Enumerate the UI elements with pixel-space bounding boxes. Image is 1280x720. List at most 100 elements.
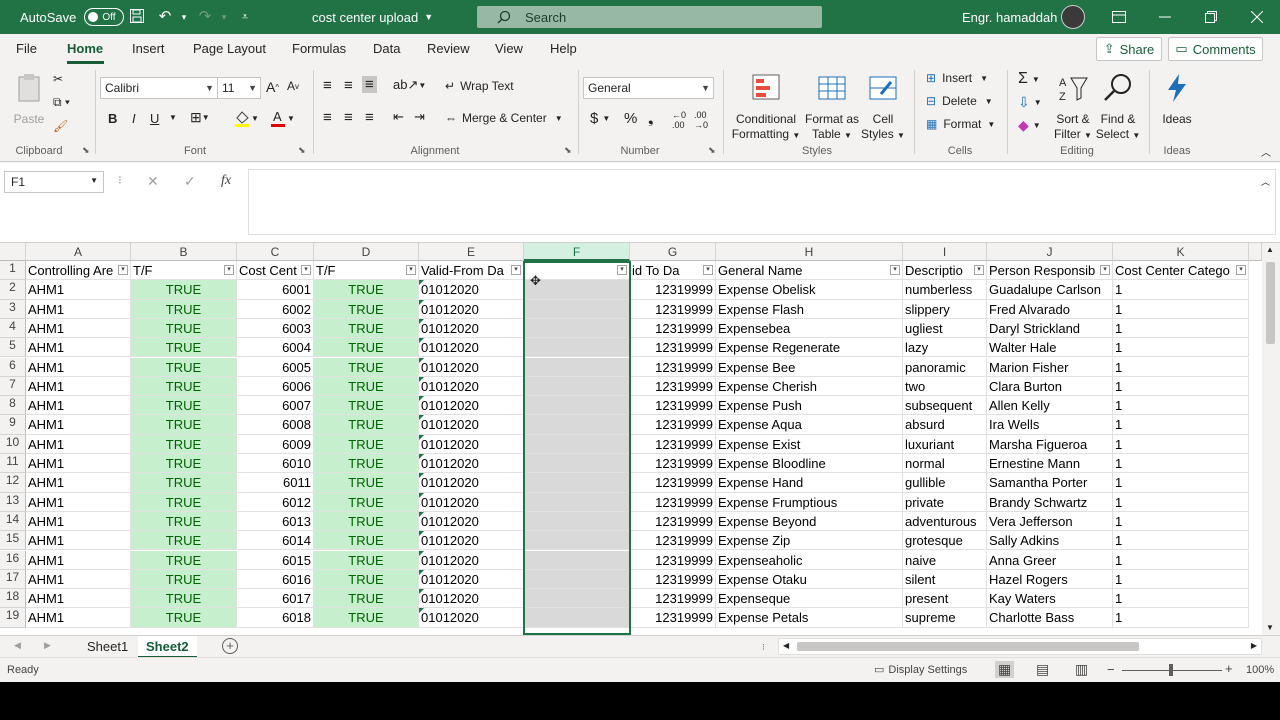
header-cell[interactable]: General Name ▾ (716, 261, 903, 281)
autosave-toggle[interactable]: AutoSave Off (20, 0, 125, 34)
table-cell[interactable]: AHM1 (26, 492, 131, 512)
table-cell[interactable]: 1 (1113, 569, 1249, 590)
increase-indent-icon[interactable]: ⇥ (414, 109, 425, 125)
table-cell[interactable]: 6013 (237, 511, 314, 532)
table-cell[interactable]: 6012 (237, 492, 314, 512)
table-cell[interactable]: 01012020 (419, 434, 524, 454)
search-box[interactable]: Search (477, 6, 822, 28)
add-sheet-icon[interactable]: + (222, 638, 238, 654)
table-cell[interactable]: Fred Alvarado (987, 299, 1113, 319)
table-cell[interactable]: TRUE (131, 338, 237, 358)
table-cell[interactable]: TRUE (314, 299, 419, 319)
row-header[interactable]: 7 (0, 376, 26, 397)
table-cell[interactable]: 6011 (237, 473, 314, 493)
table-cell[interactable] (524, 531, 630, 551)
table-cell[interactable]: Expense Otaku (716, 569, 903, 590)
table-cell[interactable]: 1 (1113, 608, 1249, 628)
number-launcher-icon[interactable]: ⬊ (708, 145, 716, 156)
table-cell[interactable] (524, 338, 630, 358)
table-cell[interactable]: 1 (1113, 492, 1249, 512)
table-cell[interactable]: 6007 (237, 396, 314, 416)
row-header[interactable]: 3 (0, 299, 26, 319)
filter-dropdown-icon[interactable]: ▾ (974, 265, 984, 275)
row-header[interactable]: 15 (0, 531, 26, 551)
zoom-level[interactable]: 100% (1246, 664, 1274, 676)
zoom-slider-thumb[interactable] (1169, 664, 1173, 676)
align-bottom-icon[interactable]: ≡ (362, 76, 377, 93)
table-cell[interactable]: TRUE (131, 511, 237, 532)
collapse-ribbon-icon[interactable]: ︿ (1261, 144, 1271, 159)
formula-input[interactable] (248, 169, 1276, 235)
header-cell[interactable]: Cost Cent ▾ (237, 261, 314, 281)
name-box[interactable]: F1 ▼ (4, 171, 104, 193)
table-cell[interactable] (524, 589, 630, 609)
row-header[interactable]: 9 (0, 415, 26, 435)
row-header[interactable]: 5 (0, 338, 26, 358)
table-cell[interactable]: AHM1 (26, 376, 131, 397)
table-cell[interactable]: Expense Aqua (716, 415, 903, 435)
header-cell[interactable]: Controlling Are ▾ (26, 261, 131, 281)
table-cell[interactable]: TRUE (314, 569, 419, 590)
select-all-corner[interactable] (0, 243, 26, 261)
table-cell[interactable]: 1 (1113, 454, 1249, 474)
table-cell[interactable]: TRUE (314, 473, 419, 493)
table-cell[interactable]: 1 (1113, 550, 1249, 570)
table-cell[interactable]: TRUE (131, 396, 237, 416)
table-cell[interactable]: Samantha Porter (987, 473, 1113, 493)
sort-filter-button[interactable]: AZ Sort & Filter ▼ (1051, 72, 1095, 143)
table-cell[interactable]: Charlotte Bass (987, 608, 1113, 628)
row-header[interactable]: 2 (0, 280, 26, 300)
borders-icon[interactable]: ⊞ ▼ (190, 109, 210, 126)
table-cell[interactable]: Sally Adkins (987, 531, 1113, 551)
table-cell[interactable]: 12319999 (630, 569, 716, 590)
table-cell[interactable]: TRUE (131, 492, 237, 512)
table-cell[interactable]: Brandy Schwartz (987, 492, 1113, 512)
share-button[interactable]: ⇪ Share (1096, 37, 1162, 61)
insert-function-button[interactable]: fx (221, 173, 231, 189)
table-cell[interactable]: 6016 (237, 569, 314, 590)
table-cell[interactable]: 01012020 (419, 492, 524, 512)
table-cell[interactable]: 01012020 (419, 569, 524, 590)
font-launcher-icon[interactable]: ⬊ (298, 145, 306, 156)
conditional-formatting-button[interactable]: Conditional Formatting ▼ (731, 72, 801, 143)
table-cell[interactable]: 01012020 (419, 376, 524, 397)
header-cell[interactable]: T/F ▾ (314, 261, 419, 281)
table-cell[interactable]: TRUE (314, 318, 419, 339)
table-cell[interactable]: Ira Wells (987, 415, 1113, 435)
row-header[interactable]: 8 (0, 396, 26, 416)
redo-icon[interactable]: ↷ (196, 8, 214, 26)
autosave-switch[interactable]: Off (84, 8, 125, 26)
table-cell[interactable]: Marion Fisher (987, 357, 1113, 377)
row-header[interactable]: 17 (0, 569, 26, 590)
row-header[interactable]: 14 (0, 511, 26, 532)
table-cell[interactable]: TRUE (314, 338, 419, 358)
table-cell[interactable]: AHM1 (26, 454, 131, 474)
table-cell[interactable]: 12319999 (630, 338, 716, 358)
table-cell[interactable] (524, 492, 630, 512)
table-cell[interactable]: panoramic (903, 357, 987, 377)
decrease-indent-icon[interactable]: ⇤ (393, 109, 404, 125)
table-cell[interactable]: TRUE (131, 434, 237, 454)
row-header[interactable]: 16 (0, 550, 26, 570)
table-cell[interactable]: 01012020 (419, 608, 524, 628)
table-cell[interactable] (524, 396, 630, 416)
clear-icon[interactable]: ◆ ▼ (1018, 117, 1041, 134)
table-cell[interactable]: TRUE (314, 511, 419, 532)
table-cell[interactable] (524, 299, 630, 319)
table-cell[interactable]: 12319999 (630, 492, 716, 512)
table-cell[interactable]: TRUE (131, 280, 237, 300)
header-cell[interactable]: Valid-From Da ▾ (419, 261, 524, 281)
scroll-down-icon[interactable]: ▼ (1266, 623, 1274, 632)
table-cell[interactable]: 6014 (237, 531, 314, 551)
bold-button[interactable]: B (108, 111, 117, 126)
table-cell[interactable] (524, 473, 630, 493)
table-cell[interactable]: silent (903, 569, 987, 590)
normal-view-icon[interactable]: ▦ (995, 661, 1015, 678)
table-cell[interactable]: 1 (1113, 280, 1249, 300)
table-cell[interactable]: Clara Burton (987, 376, 1113, 397)
table-cell[interactable]: Expense Bee (716, 357, 903, 377)
underline-button[interactable]: U (150, 111, 159, 126)
table-cell[interactable]: 01012020 (419, 396, 524, 416)
row-header[interactable]: 1 (0, 261, 26, 281)
table-cell[interactable] (524, 357, 630, 377)
